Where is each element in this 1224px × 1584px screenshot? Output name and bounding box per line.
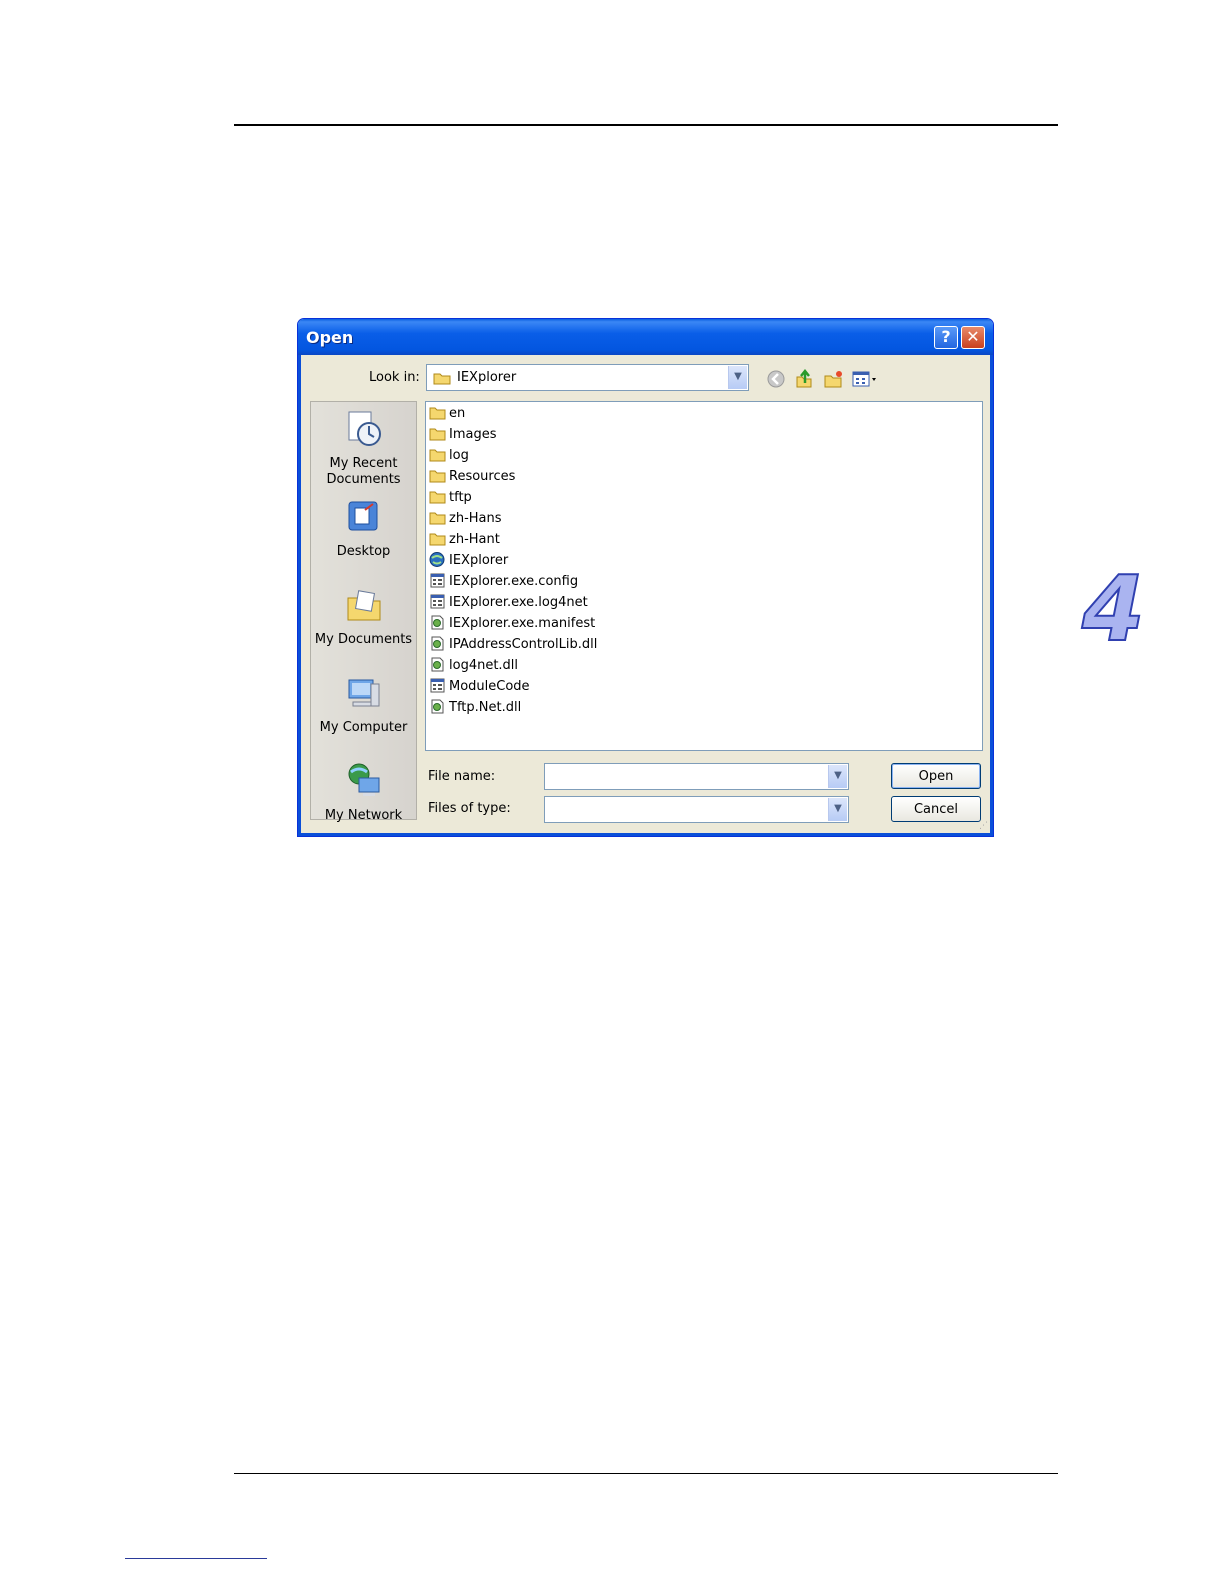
my-documents-icon — [347, 590, 380, 621]
footer-rule — [234, 1473, 1058, 1474]
folder-icon — [429, 531, 446, 546]
file-list-item[interactable]: Tftp.Net.dll — [429, 698, 521, 718]
my-computer-icon — [348, 679, 379, 707]
file-name-text: IEXplorer.exe.manifest — [449, 616, 596, 631]
files-of-type-select[interactable]: ▼ — [544, 796, 849, 823]
help-button[interactable]: ? — [934, 326, 958, 349]
file-name-text: IEXplorer.exe.config — [449, 574, 579, 589]
folder-icon — [429, 510, 446, 525]
close-icon: ✕ — [966, 327, 980, 346]
file-name-text: tftp — [449, 490, 472, 505]
file-name-text: zh-Hant — [449, 532, 500, 547]
look-in-dropdown[interactable]: IEXplorer ▼ — [426, 364, 749, 391]
open-dialog: Open ? ✕ Look in: IEXplorer ▼ My Recent … — [297, 318, 994, 837]
file-name-label: File name: — [428, 769, 496, 784]
place-label: My Documents — [314, 632, 413, 647]
file-list-item[interactable]: Images — [429, 425, 497, 445]
resize-grip-icon[interactable]: ⋰ — [979, 821, 988, 831]
file-name-text: log — [449, 448, 469, 463]
file-name-text: zh-Hans — [449, 511, 502, 526]
frame-bottom — [298, 833, 993, 836]
file-list-item[interactable]: zh-Hans — [429, 509, 502, 529]
file-name-text: log4net.dll — [449, 658, 519, 673]
look-in-value: IEXplorer — [457, 370, 517, 385]
chapter-number: 4 — [1081, 557, 1146, 662]
open-button[interactable]: Open — [891, 763, 981, 789]
places-bar: My Recent Documents Desktop My Documents — [310, 401, 417, 823]
file-list-item[interactable]: IEXplorer.exe.log4net — [429, 593, 588, 613]
close-button[interactable]: ✕ — [961, 326, 985, 349]
file-list-item[interactable]: ModuleCode — [429, 677, 530, 697]
file-list-item[interactable]: IEXplorer.exe.config — [429, 572, 578, 592]
place-label: My Recent Documents — [326, 456, 401, 487]
new-folder-icon[interactable] — [823, 369, 843, 389]
file-list-item[interactable]: IEXplorer — [429, 551, 508, 571]
file-list-item[interactable]: log — [429, 446, 469, 466]
dialog-title: Open — [306, 328, 354, 347]
cancel-button[interactable]: Cancel — [891, 796, 981, 822]
frame-left — [298, 355, 301, 836]
config-file-icon — [429, 573, 446, 588]
config-file-icon — [429, 594, 446, 609]
config-file-icon — [429, 678, 446, 693]
chevron-down-icon[interactable]: ▼ — [828, 765, 847, 788]
file-name-text: Tftp.Net.dll — [449, 700, 522, 715]
place-desktop[interactable]: Desktop — [311, 498, 416, 560]
folder-icon — [429, 447, 446, 462]
my-network-icon — [348, 763, 379, 796]
back-icon[interactable] — [766, 369, 786, 389]
folder-icon — [433, 373, 451, 385]
app-icon — [429, 552, 446, 567]
file-name-text: IPAddressControlLib.dll — [449, 637, 598, 652]
folder-icon — [429, 489, 446, 504]
chevron-down-icon[interactable]: ▼ — [728, 366, 747, 389]
up-folder-icon[interactable] — [794, 369, 814, 389]
file-list-item[interactable]: tftp — [429, 488, 472, 508]
folder-icon — [429, 468, 446, 483]
help-icon: ? — [941, 327, 951, 346]
place-my-computer[interactable]: My Computer — [311, 674, 416, 736]
file-name-field[interactable]: ▼ — [544, 763, 849, 790]
look-in-label: Look in: — [369, 370, 420, 385]
footnote-rule — [125, 1558, 267, 1559]
place-label: Desktop — [336, 544, 391, 559]
view-menu-icon[interactable] — [852, 369, 878, 389]
place-label: My Network — [324, 808, 403, 823]
chevron-down-icon[interactable]: ▼ — [828, 798, 847, 821]
file-list-item[interactable]: zh-Hant — [429, 530, 500, 550]
dll-file-icon — [429, 657, 446, 672]
file-name-text: IEXplorer.exe.log4net — [449, 595, 588, 610]
place-label: My Computer — [319, 720, 408, 735]
recent-documents-icon — [348, 411, 381, 446]
file-list-item[interactable]: log4net.dll — [429, 656, 518, 676]
file-list-item[interactable]: en — [429, 404, 465, 424]
desktop-icon — [348, 501, 377, 531]
file-name-text: ModuleCode — [449, 679, 530, 694]
file-list-item[interactable]: Resources — [429, 467, 515, 487]
dll-file-icon — [429, 615, 446, 630]
frame-right — [990, 355, 993, 836]
file-list-item[interactable]: IPAddressControlLib.dll — [429, 635, 597, 655]
place-my-documents[interactable]: My Documents — [311, 586, 416, 648]
place-my-network[interactable]: My Network — [311, 762, 416, 824]
header-rule — [234, 124, 1058, 126]
dll-file-icon — [429, 636, 446, 651]
files-of-type-label: Files of type: — [428, 801, 511, 816]
file-name-text: IEXplorer — [449, 553, 509, 568]
folder-icon — [429, 426, 446, 441]
dll-file-icon — [429, 699, 446, 714]
file-name-text: Images — [449, 427, 497, 442]
file-name-text: en — [449, 406, 466, 421]
place-my-recent-documents[interactable]: My Recent Documents — [311, 410, 416, 488]
title-bar[interactable]: Open ? ✕ — [298, 319, 993, 355]
file-list-item[interactable]: IEXplorer.exe.manifest — [429, 614, 595, 634]
file-name-text: Resources — [449, 469, 516, 484]
folder-icon — [429, 405, 446, 420]
file-list[interactable]: en Images log Resources tftp zh-Hans zh-Hant IE… — [425, 401, 983, 751]
